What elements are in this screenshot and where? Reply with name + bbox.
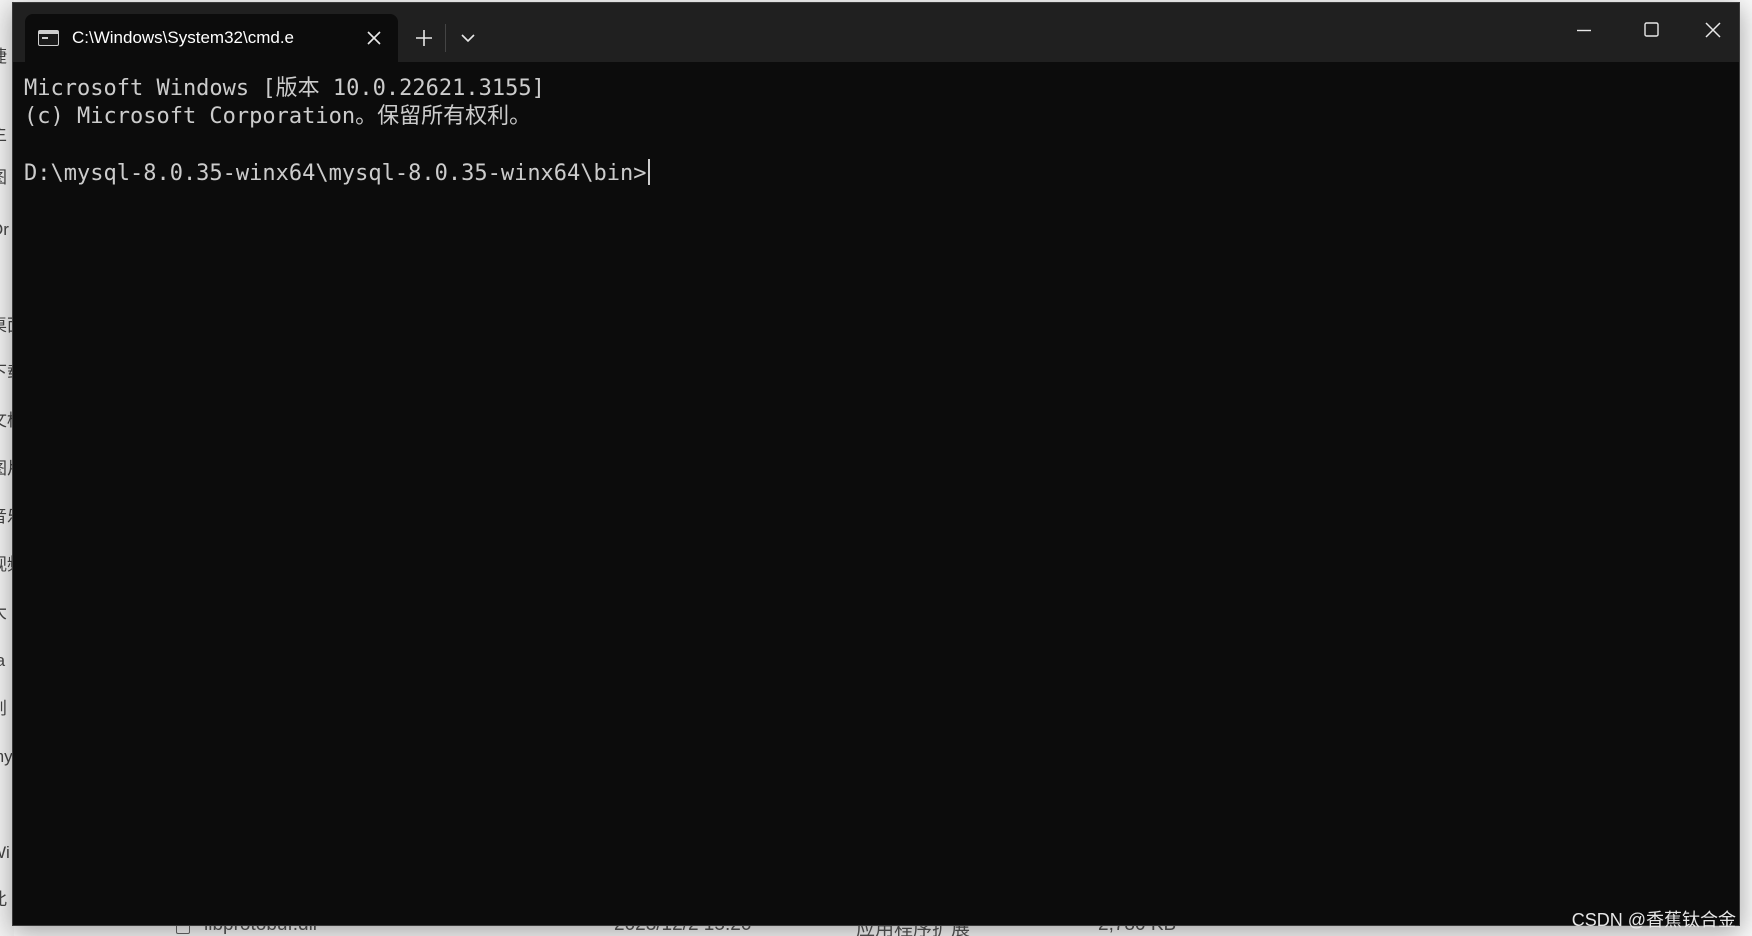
- tab-cmd[interactable]: C:\Windows\System32\cmd.e: [25, 14, 398, 62]
- title-bar[interactable]: C:\Windows\System32\cmd.e: [13, 3, 1739, 62]
- maximize-icon: [1644, 22, 1659, 37]
- watermark: CSDN @香蕉钛合金: [1571, 910, 1736, 930]
- close-icon: [1705, 22, 1721, 38]
- minimize-icon: [1577, 29, 1591, 32]
- minimize-button[interactable]: [1549, 3, 1617, 62]
- tab-dropdown-button[interactable]: [450, 20, 486, 56]
- tab-title: C:\Windows\System32\cmd.e: [72, 28, 295, 47]
- terminal-window: C:\Windows\System32\cmd.e Microsoft Wind…: [12, 2, 1740, 926]
- console-window-icon: [38, 30, 59, 46]
- command-prompt: D:\mysql-8.0.35-winx64\mysql-8.0.35-winx…: [24, 161, 647, 186]
- plus-icon: [416, 30, 432, 46]
- desktop: 捷 主 图 Or 桌面 下载 文档 图片 音乐 视频 大 ra 创 my Wi …: [0, 0, 1752, 936]
- prompt-line[interactable]: D:\mysql-8.0.35-winx64\mysql-8.0.35-winx…: [24, 159, 1739, 187]
- close-icon: [367, 31, 381, 45]
- tab-divider: [445, 24, 446, 52]
- console-line: (c) Microsoft Corporation。保留所有权利。: [24, 104, 532, 129]
- maximize-button[interactable]: [1617, 3, 1685, 62]
- close-window-button[interactable]: [1685, 3, 1739, 62]
- tab-close-button[interactable]: [360, 24, 388, 52]
- chevron-down-icon: [461, 34, 475, 43]
- text-cursor: [647, 159, 650, 185]
- console-output[interactable]: Microsoft Windows [版本 10.0.22621.3155] (…: [13, 62, 1739, 925]
- new-tab-button[interactable]: [405, 20, 443, 56]
- console-line: Microsoft Windows [版本 10.0.22621.3155]: [24, 76, 545, 101]
